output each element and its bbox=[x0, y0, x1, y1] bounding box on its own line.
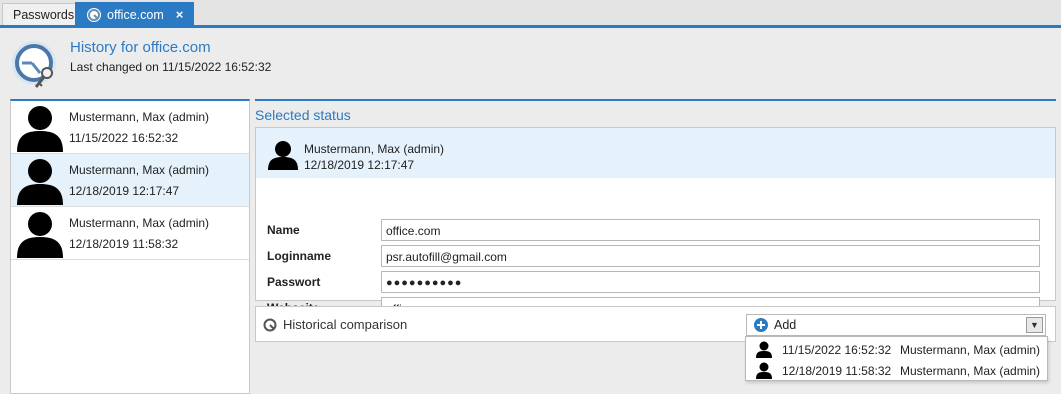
history-user: Mustermann, Max (admin) bbox=[69, 110, 210, 124]
status-header: Mustermann, Max (admin) 12/18/2019 12:17… bbox=[256, 128, 1055, 178]
detail-area: Selected status Mustermann, Max (admin) … bbox=[255, 99, 1056, 394]
field-label: Loginname bbox=[267, 249, 332, 263]
history-date: 12/18/2019 12:17:47 bbox=[69, 184, 180, 198]
history-key-icon bbox=[10, 39, 60, 94]
user-icon bbox=[756, 362, 772, 382]
option-date: 12/18/2019 11:58:32 bbox=[782, 364, 892, 378]
user-icon bbox=[17, 104, 63, 155]
history-icon bbox=[263, 318, 277, 335]
last-changed-text: Last changed on 11/15/2022 16:52:32 bbox=[70, 60, 272, 74]
user-icon bbox=[268, 140, 298, 173]
option-user: Mustermann, Max (admin) bbox=[900, 343, 1041, 357]
field-row-name: Name office.com bbox=[256, 217, 1055, 243]
history-list: Mustermann, Max (admin) 11/15/2022 16:52… bbox=[10, 99, 250, 394]
field-row-password: Passwort ●●●●●●●●●● bbox=[256, 269, 1055, 295]
field-label: Name bbox=[267, 223, 300, 237]
user-icon bbox=[17, 157, 63, 208]
field-row-loginname: Loginname psr.autofill@gmail.com bbox=[256, 243, 1055, 269]
user-icon bbox=[756, 341, 772, 361]
history-item-selected[interactable]: Mustermann, Max (admin) 12/18/2019 12:17… bbox=[11, 154, 249, 207]
user-icon bbox=[17, 210, 63, 261]
tab-bar: Passwords office.com × bbox=[0, 0, 1061, 28]
tab-label: Passwords bbox=[13, 7, 75, 22]
tab-office-com[interactable]: office.com × bbox=[75, 2, 195, 26]
loginname-field[interactable]: psr.autofill@gmail.com bbox=[381, 245, 1040, 267]
selected-status-title: Selected status bbox=[255, 99, 1056, 123]
status-date: 12/18/2019 12:17:47 bbox=[304, 158, 415, 172]
dropdown-option[interactable]: 11/15/2022 16:52:32 Mustermann, Max (adm… bbox=[746, 339, 1047, 360]
history-item[interactable]: Mustermann, Max (admin) 12/18/2019 11:58… bbox=[11, 207, 249, 260]
history-icon bbox=[86, 7, 102, 23]
chevron-down-icon[interactable]: ▼ bbox=[1026, 317, 1043, 333]
history-item[interactable]: Mustermann, Max (admin) 11/15/2022 16:52… bbox=[11, 101, 249, 154]
password-field[interactable]: ●●●●●●●●●● bbox=[381, 271, 1040, 293]
selected-status-card: Mustermann, Max (admin) 12/18/2019 12:17… bbox=[255, 127, 1056, 319]
dropdown-option[interactable]: 12/18/2019 11:58:32 Mustermann, Max (adm… bbox=[746, 360, 1047, 381]
tab-label: office.com bbox=[107, 7, 164, 22]
plus-icon bbox=[754, 318, 768, 335]
field-label: Passwort bbox=[267, 275, 321, 289]
tab-passwords[interactable]: Passwords bbox=[2, 3, 86, 25]
page-title: History for office.com bbox=[70, 39, 211, 56]
option-date: 11/15/2022 16:52:32 bbox=[782, 343, 892, 357]
option-user: Mustermann, Max (admin) bbox=[900, 364, 1041, 378]
history-user: Mustermann, Max (admin) bbox=[69, 163, 210, 177]
comparison-dropdown: 11/15/2022 16:52:32 Mustermann, Max (adm… bbox=[745, 336, 1048, 381]
history-date: 12/18/2019 11:58:32 bbox=[69, 237, 179, 251]
add-label: Add bbox=[774, 318, 797, 332]
close-icon[interactable]: × bbox=[176, 7, 184, 22]
status-user: Mustermann, Max (admin) bbox=[304, 142, 445, 156]
history-user: Mustermann, Max (admin) bbox=[69, 216, 210, 230]
page-header: History for office.com Last changed on 1… bbox=[0, 31, 1061, 99]
add-comparison-select[interactable]: Add ▼ bbox=[746, 314, 1046, 336]
history-date: 11/15/2022 16:52:32 bbox=[69, 131, 179, 145]
historical-comparison-label: Historical comparison bbox=[283, 317, 408, 332]
name-field[interactable]: office.com bbox=[381, 219, 1040, 241]
